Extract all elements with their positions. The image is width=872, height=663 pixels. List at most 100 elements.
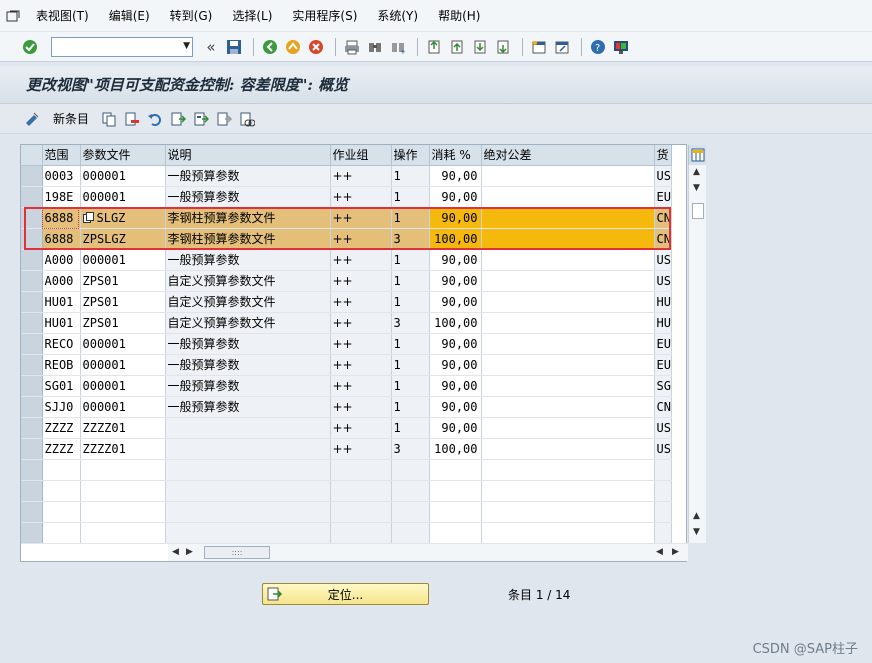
empty-cell[interactable] xyxy=(429,459,482,481)
row-selector[interactable] xyxy=(21,354,43,376)
empty-cell[interactable] xyxy=(165,522,331,544)
cell-absolute-tolerance[interactable] xyxy=(481,249,655,271)
next-page-icon[interactable] xyxy=(470,37,490,57)
row-selector[interactable] xyxy=(21,459,43,481)
row-selector[interactable] xyxy=(21,291,43,313)
table-row[interactable]: 198E 000001 一般预算参数 ++ 1 90,00 EU xyxy=(21,186,672,208)
cell-currency[interactable]: SG xyxy=(654,375,672,397)
empty-cell[interactable] xyxy=(654,459,672,481)
empty-cell[interactable] xyxy=(481,480,655,502)
menu-item[interactable]: 编辑(E) xyxy=(99,0,160,32)
cell-absolute-tolerance[interactable] xyxy=(481,396,655,418)
cell-usage-percent[interactable]: 90,00 xyxy=(429,186,482,208)
cell-usage-percent[interactable]: 90,00 xyxy=(429,249,482,271)
print-variant-icon[interactable] xyxy=(237,109,257,129)
find-next-icon[interactable]: + xyxy=(388,37,408,57)
table-row[interactable]: HU01 ZPS01 自定义预算参数文件 ++ 3 100,00 HU xyxy=(21,312,672,334)
empty-cell[interactable] xyxy=(42,522,81,544)
row-selector[interactable] xyxy=(21,333,43,355)
empty-cell[interactable] xyxy=(429,480,482,502)
cell-absolute-tolerance[interactable] xyxy=(481,291,655,313)
row-selector[interactable] xyxy=(21,228,43,250)
back-icon[interactable] xyxy=(260,37,280,57)
empty-cell[interactable] xyxy=(165,501,331,523)
empty-cell[interactable] xyxy=(654,501,672,523)
horizontal-scrollbar[interactable]: ◀ ▶ :::: ◀ ▶ xyxy=(168,543,688,561)
undo-change-icon[interactable] xyxy=(145,109,165,129)
empty-cell[interactable] xyxy=(330,501,392,523)
cell-currency[interactable]: US xyxy=(654,417,672,439)
cell-currency[interactable]: US xyxy=(654,270,672,292)
cell-absolute-tolerance[interactable] xyxy=(481,228,655,250)
row-selector[interactable] xyxy=(21,522,43,544)
cell-range[interactable]: 6888 xyxy=(42,228,81,250)
cell-currency[interactable]: HU xyxy=(654,312,672,334)
cell-param-file[interactable]: 000001 xyxy=(80,249,166,271)
empty-cell[interactable] xyxy=(391,480,430,502)
cell-absolute-tolerance[interactable] xyxy=(481,207,655,229)
cell-range[interactable]: 0003 xyxy=(42,165,81,187)
cell-usage-percent[interactable]: 90,00 xyxy=(429,417,482,439)
cell-range[interactable]: RECO xyxy=(42,333,81,355)
cell-range[interactable]: 198E xyxy=(42,186,81,208)
cell-usage-percent[interactable]: 100,00 xyxy=(429,438,482,460)
table-row[interactable]: RECO 000001 一般预算参数 ++ 1 90,00 EU xyxy=(21,333,672,355)
cell-range[interactable]: ZZZZ xyxy=(42,417,81,439)
menu-item[interactable]: 系统(Y) xyxy=(367,0,428,32)
new-session-icon[interactable] xyxy=(529,37,549,57)
column-header-absolute-tolerance[interactable]: 绝对公差 xyxy=(481,145,655,166)
cell-param-file[interactable]: 000001 xyxy=(80,354,166,376)
cell-param-file[interactable]: ZPS01 xyxy=(80,312,166,334)
scroll-page-right-icon[interactable]: ▶ xyxy=(672,547,679,557)
empty-cell[interactable] xyxy=(42,501,81,523)
cell-absolute-tolerance[interactable] xyxy=(481,312,655,334)
table-row[interactable]: 0003 000001 一般预算参数 ++ 1 90,00 US xyxy=(21,165,672,187)
empty-table-row[interactable] xyxy=(21,459,672,481)
empty-cell[interactable] xyxy=(165,480,331,502)
empty-cell[interactable] xyxy=(42,480,81,502)
cell-usage-percent[interactable]: 90,00 xyxy=(429,291,482,313)
row-selector[interactable] xyxy=(21,375,43,397)
cell-param-file[interactable]: ZZZZ01 xyxy=(80,417,166,439)
cell-absolute-tolerance[interactable] xyxy=(481,270,655,292)
table-row[interactable]: HU01 ZPS01 自定义预算参数文件 ++ 1 90,00 HU xyxy=(21,291,672,313)
cell-range[interactable]: REOB xyxy=(42,354,81,376)
cell-param-file[interactable]: SLGZ xyxy=(80,207,166,229)
cell-absolute-tolerance[interactable] xyxy=(481,417,655,439)
cell-usage-percent[interactable]: 90,00 xyxy=(429,354,482,376)
scroll-page-up-icon[interactable]: ▲ xyxy=(693,511,700,521)
table-row[interactable]: ZZZZ ZZZZ01 ++ 1 90,00 US xyxy=(21,417,672,439)
empty-cell[interactable] xyxy=(330,459,392,481)
cell-range[interactable]: A000 xyxy=(42,270,81,292)
table-row[interactable]: 6888 SLGZ 李钢柱预算参数文件 ++ 1 90,00 CN xyxy=(21,207,672,229)
cell-usage-percent[interactable]: 90,00 xyxy=(429,165,482,187)
table-row[interactable]: SJJ0 000001 一般预算参数 ++ 1 90,00 CN xyxy=(21,396,672,418)
empty-table-row[interactable] xyxy=(21,501,672,523)
help-icon[interactable]: ? xyxy=(588,37,608,57)
column-header-description[interactable]: 说明 xyxy=(165,145,331,166)
menu-item[interactable]: 帮助(H) xyxy=(428,0,490,32)
empty-table-row[interactable] xyxy=(21,522,672,544)
cell-absolute-tolerance[interactable] xyxy=(481,186,655,208)
table-settings-icon[interactable] xyxy=(688,145,706,165)
cell-range[interactable]: HU01 xyxy=(42,291,81,313)
select-block-icon[interactable] xyxy=(191,109,211,129)
menu-item[interactable]: 选择(L) xyxy=(222,0,282,32)
column-header-activity-group[interactable]: 作业组 xyxy=(330,145,392,166)
cell-currency[interactable]: EU xyxy=(654,186,672,208)
table-row[interactable]: REOB 000001 一般预算参数 ++ 1 90,00 EU xyxy=(21,354,672,376)
cell-absolute-tolerance[interactable] xyxy=(481,438,655,460)
cell-absolute-tolerance[interactable] xyxy=(481,354,655,376)
cell-param-file[interactable]: 000001 xyxy=(80,165,166,187)
cell-param-file[interactable]: ZZZZ01 xyxy=(80,438,166,460)
row-selector[interactable] xyxy=(21,438,43,460)
first-page-icon[interactable] xyxy=(424,37,444,57)
empty-cell[interactable] xyxy=(481,501,655,523)
chevron-down-icon[interactable]: ▼ xyxy=(183,41,190,51)
row-selector[interactable] xyxy=(21,396,43,418)
cell-param-file[interactable]: 000001 xyxy=(80,396,166,418)
collapse-icon[interactable]: « xyxy=(201,37,221,57)
empty-cell[interactable] xyxy=(42,459,81,481)
empty-cell[interactable] xyxy=(165,459,331,481)
cell-param-file[interactable]: 000001 xyxy=(80,375,166,397)
